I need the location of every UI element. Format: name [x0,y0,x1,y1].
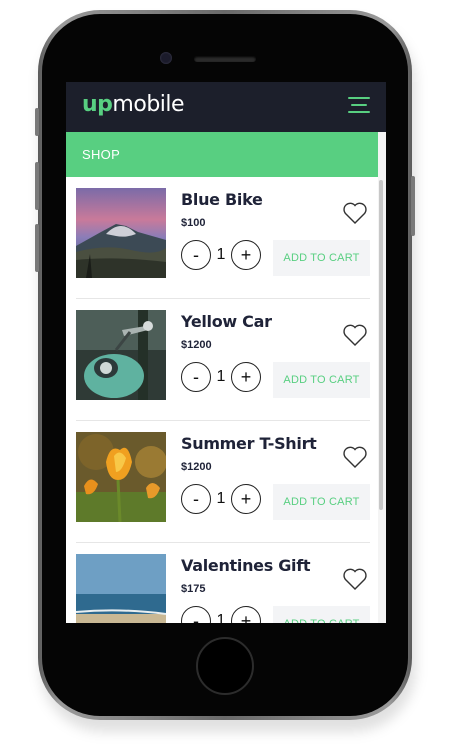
decrease-quantity-button[interactable]: - [181,484,211,514]
heart-icon[interactable] [342,445,368,469]
product-image-scooter[interactable] [76,310,166,400]
product-item: Yellow Car $1200 - 1 + ADD TO CART [76,299,370,421]
decrease-quantity-button[interactable]: - [181,240,211,270]
increase-quantity-button[interactable]: + [231,484,261,514]
hamburger-menu-icon[interactable] [348,97,370,115]
volume-up-button [35,162,39,210]
add-to-cart-button[interactable]: ADD TO CART [273,240,370,276]
brand-suffix: mobile [112,92,185,117]
product-name[interactable]: Valentines Gift [181,556,311,575]
add-to-cart-button[interactable]: ADD TO CART [273,484,370,520]
product-image-volcano[interactable] [76,188,166,278]
volume-down-button [35,224,39,272]
quantity-value: 1 [216,612,226,623]
product-image-tulips[interactable] [76,432,166,522]
product-list: Blue Bike $100 - 1 + ADD TO CART Yellow … [66,177,378,623]
quantity-stepper: - 1 + [181,362,261,392]
add-to-cart-button[interactable]: ADD TO CART [273,362,370,398]
add-to-cart-button[interactable]: ADD TO CART [273,606,370,623]
product-image-beach[interactable] [76,554,166,623]
product-price: $1200 [181,339,212,351]
product-item: Summer T-Shirt $1200 - 1 + ADD TO CART [76,421,370,543]
home-button[interactable] [196,637,254,695]
brand-prefix: up [82,92,113,117]
quantity-value: 1 [216,490,226,507]
product-item: Blue Bike $100 - 1 + ADD TO CART [76,177,370,299]
quantity-value: 1 [216,246,226,263]
increase-quantity-button[interactable]: + [231,362,261,392]
quantity-stepper: - 1 + [181,606,261,623]
heart-icon[interactable] [342,323,368,347]
product-name[interactable]: Summer T-Shirt [181,434,317,453]
quantity-stepper: - 1 + [181,240,261,270]
product-item: Valentines Gift $175 - 1 + ADD TO CART [76,543,370,623]
product-price: $175 [181,583,206,595]
increase-quantity-button[interactable]: + [231,240,261,270]
product-name[interactable]: Yellow Car [181,312,272,331]
heart-icon[interactable] [342,567,368,591]
front-camera [160,52,172,64]
decrease-quantity-button[interactable]: - [181,362,211,392]
quantity-stepper: - 1 + [181,484,261,514]
product-price: $100 [181,217,206,229]
increase-quantity-button[interactable]: + [231,606,261,623]
scrollbar-thumb[interactable] [379,180,383,510]
brand-logo: upmobile [82,92,185,118]
app-screen: upmobile SHOP Blue Bike $100 - 1 + ADD T… [66,82,386,623]
mute-switch [35,108,39,136]
section-title-bar: SHOP [66,132,386,177]
product-price: $1200 [181,461,212,473]
section-title: SHOP [82,147,121,162]
quantity-value: 1 [216,368,226,385]
earpiece-speaker [194,56,256,62]
decrease-quantity-button[interactable]: - [181,606,211,623]
product-name[interactable]: Blue Bike [181,190,263,209]
heart-icon[interactable] [342,201,368,225]
app-header: upmobile [66,82,386,132]
power-button [411,176,415,236]
